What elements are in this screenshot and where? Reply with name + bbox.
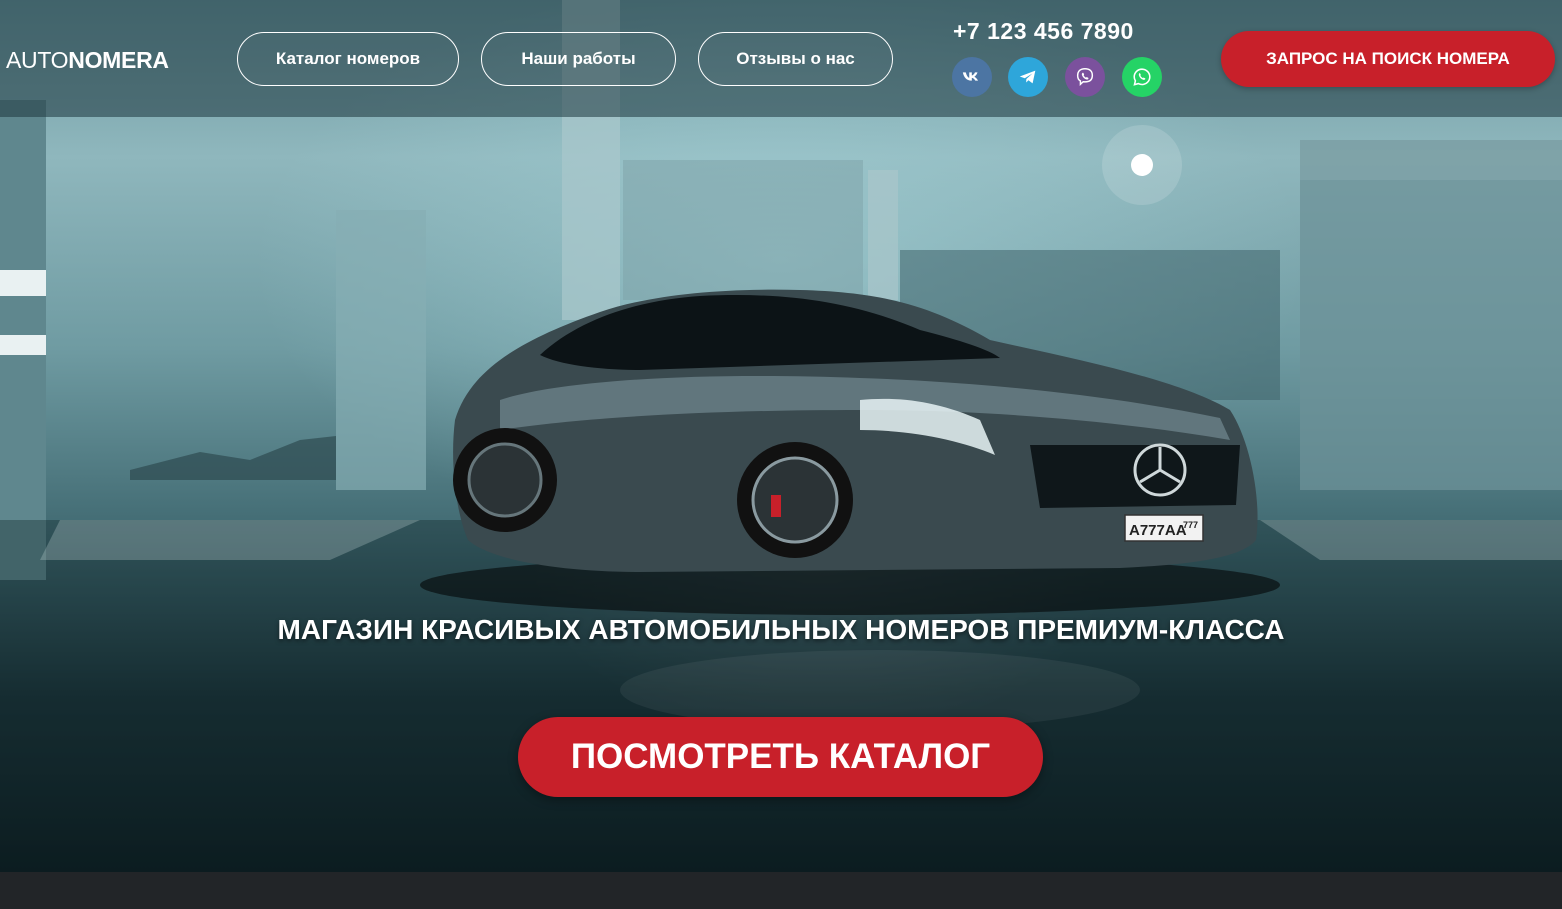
nav-reviews-button[interactable]: Отзывы о нас bbox=[698, 32, 893, 86]
logo-text-auto: AUTO bbox=[6, 47, 69, 73]
logo-text-nomera: NOMERA bbox=[68, 47, 169, 73]
telegram-glyph bbox=[1019, 70, 1036, 84]
whatsapp-glyph bbox=[1133, 68, 1151, 86]
nav-works-button[interactable]: Наши работы bbox=[481, 32, 676, 86]
telegram-icon[interactable] bbox=[1008, 57, 1048, 97]
whatsapp-icon[interactable] bbox=[1122, 57, 1162, 97]
phone-number[interactable]: +7 123 456 7890 bbox=[953, 18, 1163, 45]
search-request-button[interactable]: ЗАПРОС НА ПОИСК НОМЕРА bbox=[1221, 31, 1555, 87]
view-catalog-button[interactable]: ПОСМОТРЕТЬ КАТАЛОГ bbox=[518, 717, 1043, 797]
license-plate-number: A777AA bbox=[1129, 522, 1187, 539]
nav-catalog-button[interactable]: Каталог номеров bbox=[237, 32, 459, 86]
footer-strip bbox=[0, 872, 1562, 909]
site-logo[interactable]: AUTONOMERA bbox=[6, 46, 169, 74]
license-plate-region: 777 bbox=[1183, 520, 1198, 530]
hero-headline: МАГАЗИН КРАСИВЫХ АВТОМОБИЛЬНЫХ НОМЕРОВ П… bbox=[277, 614, 1285, 645]
vk-icon[interactable] bbox=[952, 57, 992, 97]
viber-icon[interactable] bbox=[1065, 57, 1105, 97]
viber-glyph bbox=[1076, 68, 1094, 87]
hero-section: A777AA 777 AUTONOMERA Каталог номеров На… bbox=[0, 0, 1562, 872]
vk-glyph bbox=[962, 72, 979, 81]
